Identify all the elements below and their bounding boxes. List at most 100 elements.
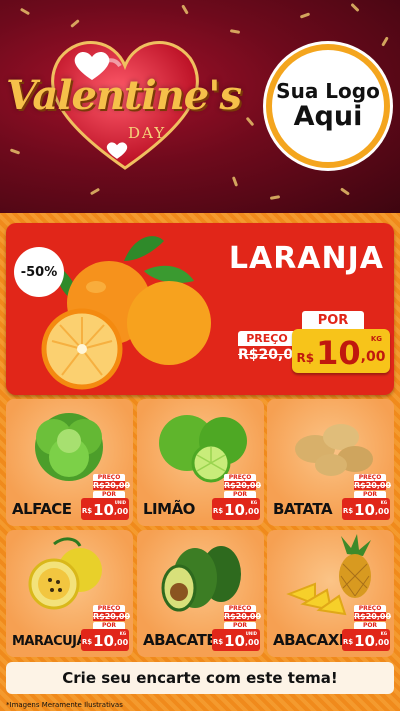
confetti	[269, 195, 281, 200]
product-name: ABACATE	[143, 631, 217, 649]
price-integer: 10	[224, 632, 245, 650]
product-card-alface: ALFACE PREÇO R$20,00 POR R$ 10 ,00 UNID	[6, 399, 133, 526]
old-price: R$20,00	[93, 481, 131, 490]
price-currency: R$	[342, 507, 354, 515]
confetti	[89, 187, 101, 196]
preco-label: PREÇO	[224, 605, 256, 612]
product-name: LIMÃO	[143, 500, 195, 518]
logo-text-line2: Aqui	[293, 101, 363, 133]
featured-product-name: LARANJA	[228, 241, 384, 276]
lime-icon	[159, 415, 247, 483]
orange-icon	[41, 236, 211, 390]
price-integer: 10	[316, 334, 361, 372]
confetti	[231, 176, 239, 187]
price-unit: UNID	[114, 500, 126, 505]
por-label: POR	[354, 622, 386, 629]
price-integer: 10	[354, 501, 375, 519]
price-currency: R$	[296, 351, 315, 365]
price-unit: KG	[380, 500, 387, 505]
price-currency: R$	[212, 507, 224, 515]
price-decimal: ,00	[113, 507, 129, 516]
pineapple-icon	[286, 534, 371, 616]
old-price: R$20,00	[354, 481, 392, 490]
old-price-tag: PREÇO R$20,00	[224, 474, 262, 490]
price-integer: 10	[93, 501, 114, 519]
price-decimal: ,00	[374, 507, 390, 516]
old-price-tag: PREÇO R$20,00	[224, 605, 262, 621]
preco-label: PREÇO	[224, 474, 256, 481]
old-price: R$20,00	[224, 481, 262, 490]
old-price: R$20,00	[238, 346, 303, 364]
product-card-batata: BATATA PREÇO R$20,00 POR R$ 10 ,00 KG	[267, 399, 394, 526]
cta-banner[interactable]: Crie seu encarte com este tema!	[6, 662, 394, 694]
por-label: POR	[354, 491, 386, 498]
confetti	[245, 116, 255, 127]
product-card-abacate: ABACATE PREÇO R$20,00 POR R$ 10 ,00 UNID	[137, 530, 264, 657]
lettuce-icon	[35, 413, 103, 481]
price-unit: UNID	[245, 631, 257, 636]
por-label: POR	[224, 622, 256, 629]
old-price: R$20,00	[354, 612, 392, 621]
product-card-abacaxi: ABACAXI PREÇO R$20,00 POR R$ 10 ,00 KG	[267, 530, 394, 657]
preco-label: PREÇO	[238, 331, 296, 346]
price-tag: R$ 10 ,00 UNID	[212, 629, 260, 651]
passion-fruit-icon	[28, 537, 102, 610]
preco-label: PREÇO	[93, 474, 125, 481]
confetti	[9, 148, 21, 155]
footnote: *Imagens Meramente Ilustrativas	[6, 701, 123, 709]
price-decimal: ,00	[113, 638, 129, 647]
price-tag: R$ 10 ,00 KG	[342, 498, 390, 520]
potato-icon	[295, 424, 373, 476]
old-price-tag: PREÇO R$20,00	[238, 331, 303, 364]
discount-badge: -50%	[14, 247, 64, 297]
preco-label: PREÇO	[354, 605, 386, 612]
price-unit: KG	[380, 631, 387, 636]
price-tag: R$ 10 ,00 KG	[342, 629, 390, 651]
price-decimal: ,00	[374, 638, 390, 647]
price-integer: 10	[354, 632, 375, 650]
price-unit: KG	[119, 631, 126, 636]
por-label: POR	[93, 491, 125, 498]
confetti	[350, 2, 360, 13]
old-price-tag: PREÇO R$20,00	[93, 474, 131, 490]
price-currency: R$	[81, 638, 93, 646]
por-label: POR	[302, 311, 364, 330]
product-name: MARACUJÁ	[12, 634, 87, 649]
logo-text-line1: Sua Logo	[276, 79, 380, 104]
avocado-icon	[161, 546, 241, 612]
old-price: R$20,00	[224, 612, 262, 621]
old-price: R$20,00	[93, 612, 131, 621]
price-tag: R$ 10 ,00 UNID	[81, 498, 129, 520]
price-decimal: ,00	[360, 349, 386, 365]
confetti	[70, 19, 80, 28]
featured-product-card: -50% LARANJA POR PREÇO R$20,00 R$ 10 ,00…	[6, 223, 394, 395]
small-heart-icon	[106, 142, 128, 159]
confetti	[299, 12, 311, 19]
logo-placeholder: Sua Logo Aqui	[266, 44, 390, 168]
price-unit: KG	[370, 335, 382, 343]
price-integer: 10	[93, 632, 114, 650]
valentines-header: Valentine's DAY Sua Logo Aqui	[0, 0, 400, 213]
confetti	[181, 4, 189, 15]
confetti	[340, 187, 350, 196]
price-currency: R$	[212, 638, 224, 646]
product-name: BATATA	[273, 500, 333, 518]
price-tag: R$ 10 ,00 KG	[292, 329, 390, 373]
price-decimal: ,00	[244, 507, 260, 516]
old-price-tag: PREÇO R$20,00	[93, 605, 131, 621]
price-tag: R$ 10 ,00 KG	[81, 629, 129, 651]
confetti	[19, 7, 31, 16]
preco-label: PREÇO	[354, 474, 386, 481]
confetti	[229, 29, 241, 34]
old-price-tag: PREÇO R$20,00	[354, 605, 392, 621]
price-decimal: ,00	[244, 638, 260, 647]
por-label: POR	[93, 622, 125, 629]
preco-label: PREÇO	[93, 605, 125, 612]
price-integer: 10	[224, 501, 245, 519]
product-name: ALFACE	[12, 500, 72, 518]
valentines-title: Valentine's	[6, 72, 242, 119]
price-currency: R$	[342, 638, 354, 646]
valentines-subtitle: DAY	[128, 124, 167, 142]
offers-section: -50% LARANJA POR PREÇO R$20,00 R$ 10 ,00…	[0, 213, 400, 711]
confetti	[381, 36, 389, 47]
